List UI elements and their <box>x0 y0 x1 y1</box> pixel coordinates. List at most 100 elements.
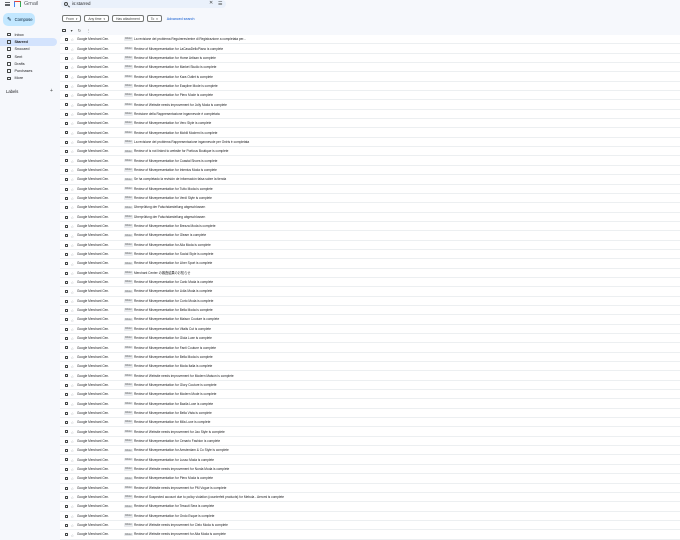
row-checkbox[interactable] <box>65 308 68 312</box>
star-icon[interactable]: ☆ <box>71 37 75 42</box>
refresh-icon[interactable]: ↻ <box>78 28 82 33</box>
row-checkbox[interactable] <box>65 66 68 70</box>
inbox-label-badge[interactable]: Inbox <box>124 448 133 453</box>
email-row[interactable]: ☆ Google Merchant Cen. Inbox Review of Misr… <box>60 63 680 73</box>
star-icon[interactable]: ☆ <box>71 56 75 61</box>
email-row[interactable]: ☆ Google Merchant Cen. Inbox Review of Misr… <box>60 325 680 334</box>
gmail-logo-icon[interactable] <box>14 1 21 7</box>
row-checkbox[interactable] <box>65 159 68 163</box>
inbox-label-badge[interactable]: Inbox <box>124 84 133 88</box>
email-row[interactable]: ☆ Google Merchant Cen. Inbox Review of Misr… <box>60 353 680 363</box>
inbox-label-badge[interactable]: Inbox <box>124 168 133 172</box>
star-icon[interactable]: ☆ <box>71 308 75 313</box>
row-checkbox[interactable] <box>65 299 68 303</box>
inbox-label-badge[interactable]: Inbox <box>124 373 133 378</box>
star-icon[interactable]: ☆ <box>71 533 75 538</box>
inbox-label-badge[interactable]: Inbox <box>124 299 133 303</box>
row-checkbox[interactable] <box>65 327 68 331</box>
star-icon[interactable]: ☆ <box>71 374 75 379</box>
row-checkbox[interactable] <box>65 411 68 415</box>
row-checkbox[interactable] <box>65 477 68 481</box>
star-icon[interactable]: ☆ <box>71 159 75 164</box>
row-checkbox[interactable] <box>65 439 68 443</box>
row-checkbox[interactable] <box>65 458 68 462</box>
star-icon[interactable]: ☆ <box>71 177 75 182</box>
inbox-label-badge[interactable]: Inbox <box>124 392 133 397</box>
email-row[interactable]: ☆ Google Merchant Cen. Inbox Review of Misr… <box>60 409 680 419</box>
star-icon[interactable]: ☆ <box>71 149 75 154</box>
star-icon[interactable]: ☆ <box>71 290 75 295</box>
star-icon[interactable]: ☆ <box>71 458 75 463</box>
inbox-label-badge[interactable]: Inbox <box>124 457 133 462</box>
chip-has-attachment[interactable]: Has attachment <box>111 15 144 22</box>
row-checkbox[interactable] <box>65 150 68 154</box>
row-checkbox[interactable] <box>65 346 68 350</box>
search-bar[interactable]: is:starred ✕ ☰ <box>61 0 226 8</box>
inbox-label-badge[interactable]: Inbox <box>124 532 133 537</box>
row-checkbox[interactable] <box>65 514 68 518</box>
row-checkbox[interactable] <box>65 75 68 79</box>
row-checkbox[interactable] <box>65 84 68 88</box>
sidebar-item-drafts[interactable]: Drafts <box>0 60 57 67</box>
email-row[interactable]: ☆ Google Merchant Cen. Inbox Review of Webs… <box>60 371 680 381</box>
inbox-label-badge[interactable]: Inbox <box>124 467 133 471</box>
star-icon[interactable]: ☆ <box>71 205 75 210</box>
inbox-label-badge[interactable]: Inbox <box>124 495 133 499</box>
inbox-label-badge[interactable]: Inbox <box>124 411 133 415</box>
inbox-label-badge[interactable]: Inbox <box>124 336 133 340</box>
row-checkbox[interactable] <box>65 131 68 135</box>
row-checkbox[interactable] <box>65 47 68 51</box>
search-options-icon[interactable]: ☰ <box>218 1 222 7</box>
email-row[interactable]: ☆ Google Merchant Cen. Inbox Review of Webs… <box>60 427 680 437</box>
inbox-label-badge[interactable]: Inbox <box>124 224 133 228</box>
email-row[interactable]: ☆ Google Merchant Cen. Inbox Merchant Cente… <box>60 269 680 278</box>
inbox-label-badge[interactable]: Inbox <box>124 46 133 51</box>
star-icon[interactable]: ☆ <box>71 112 75 117</box>
inbox-label-badge[interactable]: Inbox <box>124 439 133 443</box>
email-row[interactable]: ☆ Google Merchant Cen. Inbox Review of Misr… <box>60 54 680 64</box>
star-icon[interactable]: ☆ <box>71 439 75 444</box>
email-row[interactable]: ☆ Google Merchant Cen. Inbox Review of Misr… <box>60 231 680 241</box>
row-checkbox[interactable] <box>65 206 68 210</box>
inbox-label-badge[interactable]: Inbox <box>124 205 133 210</box>
inbox-label-badge[interactable]: Inbox <box>124 149 133 154</box>
star-icon[interactable]: ☆ <box>71 93 75 98</box>
star-icon[interactable]: ☆ <box>71 495 75 500</box>
app-name[interactable]: Gmail <box>24 1 38 7</box>
email-row[interactable]: ☆ Google Merchant Cen. Inbox Review of Misr… <box>60 297 680 306</box>
email-row[interactable]: ☆ Google Merchant Cen. Inbox Review of Misr… <box>60 315 680 325</box>
star-icon[interactable]: ☆ <box>71 402 75 407</box>
email-row[interactable]: ☆ Google Merchant Cen. Inbox Review of is n… <box>60 147 680 157</box>
star-icon[interactable]: ☆ <box>71 355 75 360</box>
inbox-label-badge[interactable]: Inbox <box>124 56 133 60</box>
row-checkbox[interactable] <box>65 168 68 172</box>
search-icon[interactable] <box>64 1 68 6</box>
star-icon[interactable]: ☆ <box>71 252 75 257</box>
row-checkbox[interactable] <box>65 280 68 284</box>
inbox-label-badge[interactable]: Inbox <box>124 513 133 518</box>
email-row[interactable]: ☆ Google Merchant Cen. Inbox Review of Misr… <box>60 250 680 260</box>
inbox-label-badge[interactable]: Inbox <box>124 214 133 219</box>
inbox-label-badge[interactable]: Inbox <box>124 242 133 247</box>
star-icon[interactable]: ☆ <box>71 299 75 304</box>
row-checkbox[interactable] <box>65 94 68 98</box>
row-checkbox[interactable] <box>65 56 68 60</box>
star-icon[interactable]: ☆ <box>71 234 75 239</box>
sidebar-item-more[interactable]: More <box>0 75 57 82</box>
row-checkbox[interactable] <box>65 383 68 387</box>
email-row[interactable]: ☆ Google Merchant Cen. Inbox Review of Misr… <box>60 119 680 129</box>
row-checkbox[interactable] <box>65 533 68 537</box>
select-all-checkbox[interactable] <box>62 28 66 33</box>
inbox-label-badge[interactable]: Inbox <box>124 523 133 527</box>
email-row[interactable]: ☆ Google Merchant Cen. Inbox Review of Misr… <box>60 437 680 447</box>
row-checkbox[interactable] <box>65 224 68 228</box>
star-icon[interactable]: ☆ <box>71 280 75 285</box>
star-icon[interactable]: ☆ <box>71 514 75 519</box>
inbox-label-badge[interactable]: Inbox <box>124 112 133 116</box>
row-checkbox[interactable] <box>65 140 68 144</box>
star-icon[interactable]: ☆ <box>71 187 75 192</box>
email-row[interactable]: ☆ Google Merchant Cen. Inbox Review of Webs… <box>60 484 680 493</box>
email-row[interactable]: ☆ Google Merchant Cen. Inbox Review of Misr… <box>60 72 680 82</box>
star-icon[interactable]: ☆ <box>71 476 75 481</box>
chevron-down-icon[interactable]: ▾ <box>71 28 73 33</box>
